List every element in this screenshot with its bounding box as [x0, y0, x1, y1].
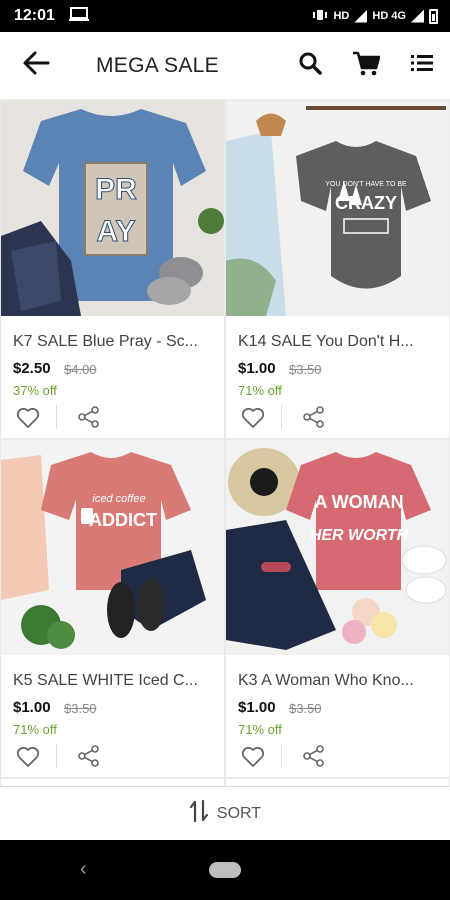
heart-icon	[241, 407, 265, 428]
product-name[interactable]: K7 SALE Blue Pray - Sc...	[13, 333, 213, 351]
product-name[interactable]: K14 SALE You Don't H...	[238, 333, 438, 351]
product-name[interactable]: K3 A Woman Who Kno...	[238, 672, 438, 690]
product-original-price: $3.50	[289, 362, 322, 377]
product-image[interactable]: YOU DON'T HAVE TO BE CRAZY	[226, 101, 449, 316]
product-discount: 37% off	[13, 383, 57, 398]
product-price: $2.50	[13, 360, 51, 377]
divider	[281, 405, 282, 429]
battery-icon	[429, 8, 438, 24]
status-bar: 12:01 HD HD 4G	[0, 0, 450, 32]
product-price: $1.00	[13, 699, 51, 716]
share-button[interactable]	[76, 404, 102, 430]
heart-icon	[16, 407, 40, 428]
product-discount: 71% off	[238, 383, 282, 398]
svg-text:AY: AY	[97, 215, 136, 248]
system-nav-bar: ‹	[0, 840, 450, 900]
cart-icon	[352, 50, 381, 81]
search-icon	[298, 51, 322, 80]
product-card[interactable]: iced coffee ADDICT K5 SALE WHITE Iced C.…	[1, 440, 224, 777]
product-card[interactable]: A WOMAN HER WORTH K3 A Woman Who Kno... …	[226, 440, 449, 777]
share-button[interactable]	[76, 743, 102, 769]
sort-button[interactable]: SORT	[0, 786, 450, 840]
product-image[interactable]: PR AY	[1, 101, 224, 316]
share-icon	[303, 745, 324, 767]
product-name[interactable]: K5 SALE WHITE Iced C...	[13, 672, 213, 690]
svg-text:A WOMAN: A WOMAN	[314, 492, 403, 512]
list-view-button[interactable]	[394, 32, 450, 100]
svg-text:ADDICT: ADDICT	[89, 510, 157, 530]
share-icon	[78, 406, 99, 428]
divider	[56, 405, 57, 429]
product-card-partial[interactable]	[226, 779, 449, 786]
nav-back-icon[interactable]: ‹	[80, 858, 87, 881]
search-button[interactable]	[282, 32, 338, 100]
favorite-button[interactable]	[15, 405, 41, 431]
product-card[interactable]: YOU DON'T HAVE TO BE CRAZY K14 SALE You …	[226, 101, 449, 438]
product-original-price: $4.00	[64, 362, 97, 377]
share-icon	[303, 406, 324, 428]
home-pill-button[interactable]	[209, 862, 241, 878]
divider	[281, 744, 282, 768]
svg-text:HER WORTH: HER WORTH	[310, 527, 409, 544]
list-icon	[411, 54, 433, 77]
share-button[interactable]	[301, 743, 327, 769]
product-grid: PR AY K7 SALE Blue Pray - Sc... $2.50 $4…	[0, 100, 450, 786]
product-image[interactable]: iced coffee ADDICT	[1, 440, 224, 655]
sort-icon	[189, 799, 209, 828]
product-price: $1.00	[238, 699, 276, 716]
sort-label: SORT	[216, 804, 262, 822]
network-label-2: HD 4G	[372, 10, 406, 22]
status-time: 12:01	[14, 7, 55, 24]
arrow-left-icon	[22, 51, 50, 80]
heart-icon	[16, 746, 40, 767]
page-title: MEGA SALE	[96, 53, 219, 77]
app-bar: MEGA SALE	[0, 32, 450, 100]
product-original-price: $3.50	[64, 701, 97, 716]
network-label: HD	[333, 10, 350, 22]
product-image[interactable]: A WOMAN HER WORTH	[226, 440, 449, 655]
product-discount: 71% off	[238, 722, 282, 737]
back-button[interactable]	[0, 32, 72, 100]
heart-icon	[241, 746, 265, 767]
share-icon	[78, 745, 99, 767]
svg-text:PR: PR	[95, 173, 137, 206]
favorite-button[interactable]	[240, 744, 266, 770]
favorite-button[interactable]	[15, 744, 41, 770]
favorite-button[interactable]	[240, 405, 266, 431]
product-card-partial[interactable]	[1, 779, 224, 786]
screen-cast-icon	[68, 6, 89, 26]
signal-icon-2	[411, 9, 424, 23]
signal-icon	[354, 9, 368, 23]
product-card[interactable]: PR AY K7 SALE Blue Pray - Sc... $2.50 $4…	[1, 101, 224, 438]
product-discount: 71% off	[13, 722, 57, 737]
product-original-price: $3.50	[289, 701, 322, 716]
product-price: $1.00	[238, 360, 276, 377]
vibrate-icon	[312, 9, 328, 24]
cart-button[interactable]	[338, 32, 394, 100]
share-button[interactable]	[301, 404, 327, 430]
svg-text:iced coffee: iced coffee	[92, 493, 145, 505]
svg-text:YOU DON'T HAVE TO BE: YOU DON'T HAVE TO BE	[325, 181, 407, 188]
divider	[56, 744, 57, 768]
